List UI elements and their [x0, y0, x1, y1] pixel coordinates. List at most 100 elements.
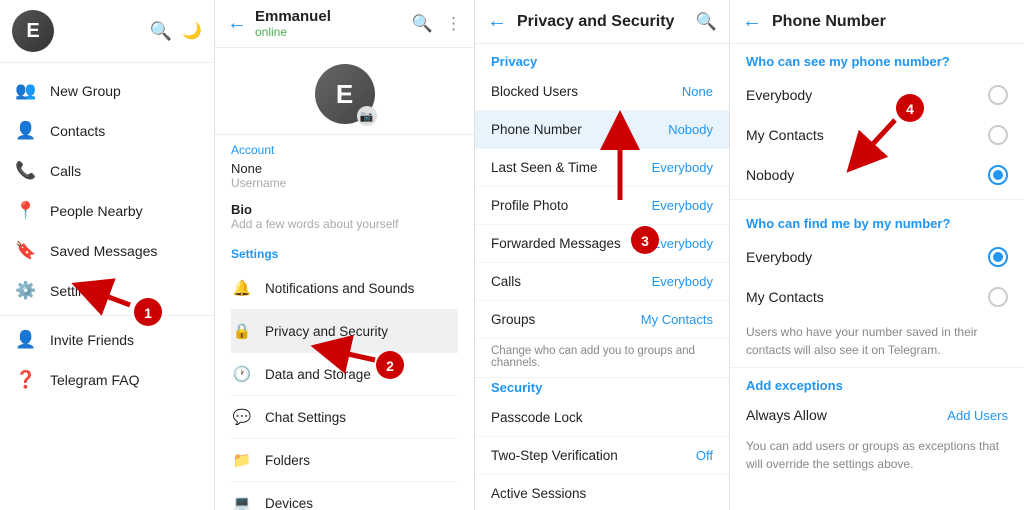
privacy-groups[interactable]: Groups My Contacts — [475, 301, 729, 339]
sidebar-item-saved-messages[interactable]: 🔖 Saved Messages — [0, 231, 214, 271]
phone-number-label: Phone Number — [491, 122, 582, 137]
two-step-label: Two-Step Verification — [491, 448, 618, 463]
privacy-blocked-users[interactable]: Blocked Users None — [475, 73, 729, 111]
sidebar-item-calls[interactable]: 📞 Calls — [0, 151, 214, 191]
phone-back-icon[interactable]: ← — [742, 10, 762, 33]
sidebar-item-new-group[interactable]: 👥 New Group — [0, 71, 214, 111]
last-seen-value: Everybody — [652, 160, 713, 175]
sidebar-item-people-nearby[interactable]: 📍 People Nearby — [0, 191, 214, 231]
exceptions-hint: You can add users or groups as exception… — [730, 431, 1024, 481]
profile-section: E 📷 — [215, 48, 474, 135]
settings-folders[interactable]: 📁 Folders — [231, 439, 458, 482]
privacy-two-step[interactable]: Two-Step Verification Off — [475, 437, 729, 475]
invite-friends-icon: 👤 — [16, 330, 36, 350]
account-label: Account — [231, 143, 458, 157]
privacy-phone-number[interactable]: Phone Number Nobody — [475, 111, 729, 149]
privacy-calls[interactable]: Calls Everybody — [475, 263, 729, 301]
forwarded-messages-value: Everybody — [652, 236, 713, 251]
who-see-label: Who can see my phone number? — [730, 44, 1024, 75]
phone-panel: ← Phone Number Who can see my phone numb… — [730, 0, 1024, 510]
data-storage-label: Data and Storage — [265, 367, 371, 382]
passcode-lock-label: Passcode Lock — [491, 410, 583, 425]
sidebar-item-settings[interactable]: ⚙️ Settings — [0, 271, 214, 311]
settings-privacy[interactable]: 🔒 Privacy and Security — [231, 310, 458, 353]
settings-chat[interactable]: 💬 Chat Settings — [231, 396, 458, 439]
privacy-search-icon[interactable]: 🔍 — [696, 12, 717, 32]
find-radio-my-contacts[interactable] — [988, 287, 1008, 307]
phone-radio-everybody[interactable] — [988, 85, 1008, 105]
find-hint: Users who have your number saved in thei… — [730, 317, 1024, 368]
phone-header: ← Phone Number — [730, 0, 1024, 44]
settings-section-label: Settings — [231, 247, 458, 261]
search-icon[interactable]: 🔍 — [412, 14, 433, 34]
chat-header: ← Emmanuel online 🔍 ⋮ — [215, 0, 474, 48]
privacy-header: ← Privacy and Security 🔍 — [475, 0, 729, 44]
calls-value: Everybody — [652, 274, 713, 289]
forwarded-messages-label: Forwarded Messages — [491, 236, 621, 251]
sidebar-item-telegram-faq[interactable]: ❓ Telegram FAQ — [0, 360, 214, 400]
chat-back-icon[interactable]: ← — [227, 12, 247, 35]
bio-label: Bio — [231, 202, 458, 217]
blocked-users-label: Blocked Users — [491, 84, 578, 99]
phone-option-nobody[interactable]: Nobody — [730, 155, 1024, 195]
find-option-my-contacts[interactable]: My Contacts — [730, 277, 1024, 317]
settings-notifications[interactable]: 🔔 Notifications and Sounds — [231, 267, 458, 310]
settings-devices[interactable]: 💻 Devices — [231, 482, 458, 510]
sidebar-nav: 👥 New Group 👤 Contacts 📞 Calls 📍 People … — [0, 63, 214, 510]
contacts-icon: 👤 — [16, 121, 36, 141]
privacy-active-sessions[interactable]: Active Sessions — [475, 475, 729, 510]
privacy-label: Privacy and Security — [265, 324, 388, 339]
add-exceptions-label: Add exceptions — [730, 368, 1024, 399]
phone-my-contacts-label: My Contacts — [746, 127, 824, 143]
privacy-title: Privacy and Security — [517, 13, 674, 31]
privacy-passcode-lock[interactable]: Passcode Lock — [475, 399, 729, 437]
more-icon[interactable]: ⋮ — [445, 14, 462, 34]
chat-icon: 💬 — [231, 406, 253, 428]
chat-settings-label: Chat Settings — [265, 410, 346, 425]
active-sessions-label: Active Sessions — [491, 486, 586, 501]
account-section: Account None Username — [215, 135, 474, 198]
avatar[interactable]: E — [12, 10, 54, 52]
calls-icon: 📞 — [16, 161, 36, 181]
groups-value: My Contacts — [641, 312, 713, 327]
privacy-change-hint: Change who can add you to groups and cha… — [475, 339, 729, 378]
sidebar-search-icon[interactable]: 🔍 — [150, 21, 172, 42]
phone-option-my-contacts[interactable]: My Contacts — [730, 115, 1024, 155]
people-nearby-icon: 📍 — [16, 201, 36, 221]
groups-label: Groups — [491, 312, 535, 327]
account-username-label: Username — [231, 176, 458, 190]
privacy-last-seen[interactable]: Last Seen & Time Everybody — [475, 149, 729, 187]
avatar-image: E — [12, 10, 54, 52]
phone-nobody-label: Nobody — [746, 167, 794, 183]
app-container: E 🔍 🌙 👥 New Group 👤 Contacts 📞 Calls 📍 P… — [0, 0, 1024, 510]
privacy-forwarded-messages[interactable]: Forwarded Messages Everybody — [475, 225, 729, 263]
settings-section: Settings 🔔 Notifications and Sounds 🔒 Pr… — [215, 239, 474, 510]
chat-user-info: Emmanuel online — [255, 8, 404, 39]
settings-data-storage[interactable]: 🕐 Data and Storage — [231, 353, 458, 396]
find-option-everybody[interactable]: Everybody — [730, 237, 1024, 277]
find-radio-everybody[interactable] — [988, 247, 1008, 267]
folders-label: Folders — [265, 453, 310, 468]
sidebar-item-label: Saved Messages — [50, 243, 157, 259]
privacy-back-icon[interactable]: ← — [487, 10, 507, 33]
faq-icon: ❓ — [16, 370, 36, 390]
saved-messages-icon: 🔖 — [16, 241, 36, 261]
phone-everybody-label: Everybody — [746, 87, 812, 103]
camera-button[interactable]: 📷 — [357, 106, 377, 126]
sidebar-item-invite-friends[interactable]: 👤 Invite Friends — [0, 320, 214, 360]
two-step-value: Off — [696, 448, 713, 463]
chat-header-icons: 🔍 ⋮ — [412, 14, 462, 34]
phone-radio-my-contacts[interactable] — [988, 125, 1008, 145]
moon-icon[interactable]: 🌙 — [182, 21, 202, 41]
add-users-button[interactable]: Add Users — [947, 408, 1008, 423]
profile-photo-label: Profile Photo — [491, 198, 568, 213]
sidebar-divider — [0, 315, 214, 316]
sidebar-item-label: Contacts — [50, 123, 105, 139]
privacy-profile-photo[interactable]: Profile Photo Everybody — [475, 187, 729, 225]
phone-option-everybody[interactable]: Everybody — [730, 75, 1024, 115]
phone-number-value: Nobody — [668, 122, 713, 137]
phone-radio-nobody[interactable] — [988, 165, 1008, 185]
sidebar-item-contacts[interactable]: 👤 Contacts — [0, 111, 214, 151]
sidebar-header: E 🔍 🌙 — [0, 0, 214, 63]
bio-section: Bio Add a few words about yourself — [215, 198, 474, 239]
